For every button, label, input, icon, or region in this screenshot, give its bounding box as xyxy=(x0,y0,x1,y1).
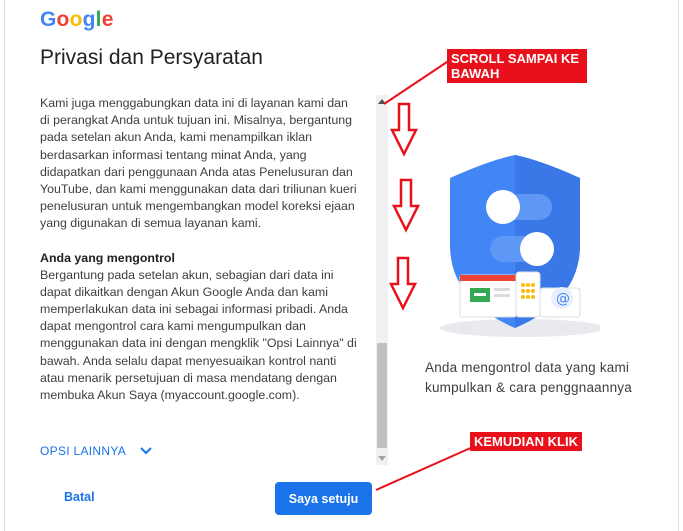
scroll-down-arrow-icon[interactable] xyxy=(378,456,386,461)
cancel-button[interactable]: Batal xyxy=(64,490,95,504)
logo-letter: G xyxy=(40,8,57,31)
scroll-annotation: SCROLL SAMPAI KE BAWAH xyxy=(447,49,587,83)
scrollbar-thumb[interactable] xyxy=(377,343,387,448)
logo-letter: o xyxy=(56,8,70,31)
more-options-toggle[interactable]: OPSI LAINNYA xyxy=(40,444,152,458)
logo-letter: o xyxy=(69,8,83,31)
more-options-label: OPSI LAINNYA xyxy=(40,444,127,458)
agree-button[interactable]: Saya setuju xyxy=(275,482,372,515)
scrollbar[interactable] xyxy=(376,95,388,465)
privacy-shield-illustration: @ xyxy=(440,155,600,337)
illustration-caption: Anda mengontrol data yang kami kumpulkan… xyxy=(425,360,632,395)
logo-letter: e xyxy=(101,8,114,31)
page-title: Privasi dan Persyaratan xyxy=(40,46,263,69)
logo-letter: g xyxy=(82,8,96,31)
terms-paragraph: Bergantung pada setelan akun, sebagian d… xyxy=(40,267,357,403)
section-heading: Anda yang mengontrol xyxy=(40,250,175,265)
click-annotation: KEMUDIAN KLIK xyxy=(470,432,582,451)
scroll-up-arrow-icon[interactable] xyxy=(378,99,386,104)
at-sign-icon: @ xyxy=(556,291,570,307)
terms-scroll-area[interactable]: Kami juga menggabungkan data ini di laya… xyxy=(40,95,360,435)
google-logo: Google xyxy=(40,8,114,32)
terms-paragraph: Kami juga menggabungkan data ini di laya… xyxy=(40,96,357,231)
chevron-down-icon xyxy=(140,447,152,455)
